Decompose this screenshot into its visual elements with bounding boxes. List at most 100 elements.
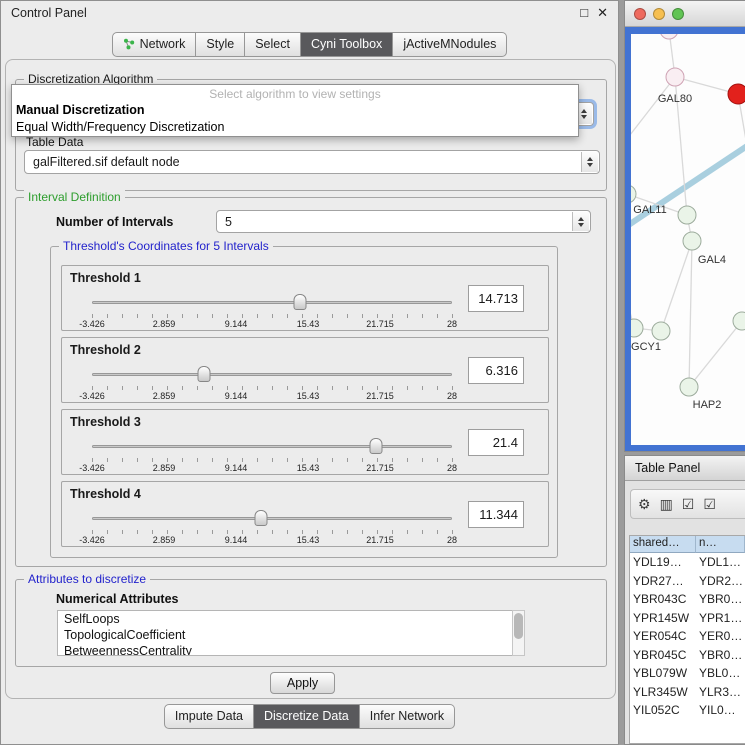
tab-discretize-data[interactable]: Discretize Data [254, 704, 360, 729]
table-cell[interactable]: YPR145W [630, 609, 696, 628]
close-window-icon[interactable]: ✕ [597, 5, 608, 21]
slider-scale: -3.4262.8599.14415.4321.71528 [92, 463, 452, 473]
threshold-4-slider[interactable] [92, 508, 452, 528]
network-canvas[interactable]: GAL80GAL11GAL4GCY1HAP2 [631, 34, 745, 445]
table-cell[interactable]: YIL052C [630, 701, 696, 720]
threshold-label: Threshold 2 [70, 343, 141, 357]
tab-infer-network[interactable]: Infer Network [360, 704, 455, 729]
network-node[interactable] [678, 206, 696, 224]
slider-track[interactable] [92, 445, 452, 448]
table-cell[interactable]: YDL19… [630, 553, 696, 572]
network-edge[interactable] [689, 241, 692, 387]
threshold-value-field[interactable]: 6.316 [468, 357, 524, 384]
apply-button[interactable]: Apply [270, 672, 335, 694]
number-of-intervals-combobox[interactable]: 5 [216, 210, 591, 233]
network-edge[interactable] [661, 241, 692, 331]
threshold-value-field[interactable]: 11.344 [468, 501, 524, 528]
table-row[interactable]: YDR27…YDR2… [630, 572, 745, 591]
tab-jactivemnodules[interactable]: jActiveMNodules [393, 32, 507, 57]
threshold-value-field[interactable]: 14.713 [468, 285, 524, 312]
table-row[interactable]: YER054CYER0… [630, 627, 745, 646]
table-row[interactable]: YBR043CYBR0… [630, 590, 745, 609]
slider-thumb[interactable] [293, 294, 306, 310]
select-all-check-icon[interactable]: ☑ [682, 497, 695, 511]
network-node-gal4[interactable] [683, 232, 701, 250]
float-window-icon[interactable]: □ [580, 5, 588, 21]
numerical-attributes-list[interactable]: SelfLoopsTopologicalCoefficientBetweenne… [57, 610, 525, 656]
table-row[interactable]: YBL079WYBL0… [630, 664, 745, 683]
slider-ticks [92, 386, 453, 390]
slider-track[interactable] [92, 301, 452, 304]
column-header-name[interactable]: n… [696, 536, 745, 553]
network-node[interactable] [733, 312, 745, 330]
tab-style[interactable]: Style [196, 32, 245, 57]
table-cell[interactable]: YBL079W [630, 664, 696, 683]
popup-option-manual-discretization[interactable]: Manual Discretization [12, 102, 578, 119]
network-edge[interactable] [689, 321, 742, 387]
tab-impute-data[interactable]: Impute Data [164, 704, 254, 729]
network-node-hap2[interactable] [680, 378, 698, 396]
table-cell[interactable]: YBR045C [630, 646, 696, 665]
table-cell[interactable]: YDR2… [696, 572, 745, 591]
threshold-4-panel: Threshold 4 -3.4262.8599.14415.4321.7152… [61, 481, 549, 547]
threshold-3-slider[interactable] [92, 436, 452, 456]
slider-track[interactable] [92, 517, 452, 520]
threshold-1-slider[interactable] [92, 292, 452, 312]
tab-network[interactable]: Network [112, 32, 197, 57]
table-cell[interactable]: YBR043C [630, 590, 696, 609]
settings-gear-icon[interactable]: ⚙ [638, 497, 651, 511]
network-edge[interactable] [631, 77, 675, 144]
column-layout-icon[interactable]: ▥ [660, 497, 673, 511]
slider-scale-label: 9.144 [225, 535, 248, 545]
network-graph[interactable]: GAL80GAL11GAL4GCY1HAP2 [631, 34, 745, 445]
table-cell[interactable]: YPR1… [696, 609, 745, 628]
table-cell[interactable]: YBR0… [696, 646, 745, 665]
network-node-gal80[interactable] [666, 68, 684, 86]
table-row[interactable]: YIL052CYIL0… [630, 701, 745, 720]
network-node[interactable] [660, 34, 678, 39]
close-traffic-light-icon[interactable] [634, 8, 646, 20]
combo-stepper-icon[interactable] [581, 152, 598, 172]
column-header-shared[interactable]: shared… [630, 536, 696, 553]
table-row[interactable]: YLR345WYLR3… [630, 683, 745, 702]
table-cell[interactable]: YLR345W [630, 683, 696, 702]
slider-thumb[interactable] [255, 510, 268, 526]
table-cell[interactable]: YER0… [696, 627, 745, 646]
combo-stepper-icon[interactable] [572, 212, 589, 231]
slider-track[interactable] [92, 373, 452, 376]
table-body: YDL19…YDL1…YDR27…YDR2…YBR043CYBR0…YPR145… [630, 553, 745, 720]
table-cell[interactable]: YDL1… [696, 553, 744, 572]
slider-scale-label: -3.426 [79, 391, 105, 401]
threshold-2-slider[interactable] [92, 364, 452, 384]
table-data-combobox[interactable]: galFiltered.sif default node [24, 150, 600, 174]
select-column-check-icon[interactable]: ☑ [703, 497, 716, 511]
table-cell[interactable]: YBR0… [696, 590, 745, 609]
table-row[interactable]: YBR045CYBR0… [630, 646, 745, 665]
tab-select[interactable]: Select [245, 32, 301, 57]
threshold-value-field[interactable]: 21.4 [468, 429, 524, 456]
minimize-traffic-light-icon[interactable] [653, 8, 665, 20]
network-node[interactable] [728, 84, 745, 104]
tab-cyni-toolbox[interactable]: Cyni Toolbox [301, 32, 393, 57]
zoom-traffic-light-icon[interactable] [672, 8, 684, 20]
attribute-list-item[interactable]: SelfLoops [64, 611, 524, 627]
slider-thumb[interactable] [370, 438, 383, 454]
attribute-list-item[interactable]: TopologicalCoefficient [64, 627, 524, 643]
network-canvas-frame: GAL80GAL11GAL4GCY1HAP2 [625, 27, 745, 451]
table-cell[interactable]: YER054C [630, 627, 696, 646]
network-node-gcy1[interactable] [631, 319, 643, 337]
network-node[interactable] [652, 322, 670, 340]
table-row[interactable]: YPR145WYPR1… [630, 609, 745, 628]
attribute-list-item[interactable]: BetweennessCentrality [64, 643, 524, 656]
table-cell[interactable]: YBL0… [696, 664, 743, 683]
slider-thumb[interactable] [197, 366, 210, 382]
scrollbar-thumb[interactable] [514, 613, 523, 639]
network-node-gal11[interactable] [631, 185, 636, 203]
attributes-scrollbar[interactable] [512, 610, 525, 656]
table-cell[interactable]: YLR3… [696, 683, 744, 702]
group-title: Threshold's Coordinates for 5 Intervals [59, 239, 273, 253]
popup-option-equal-width-frequency[interactable]: Equal Width/Frequency Discretization [12, 119, 578, 136]
table-row[interactable]: YDL19…YDL1… [630, 553, 745, 572]
table-cell[interactable]: YDR27… [630, 572, 696, 591]
table-cell[interactable]: YIL0… [696, 701, 739, 720]
